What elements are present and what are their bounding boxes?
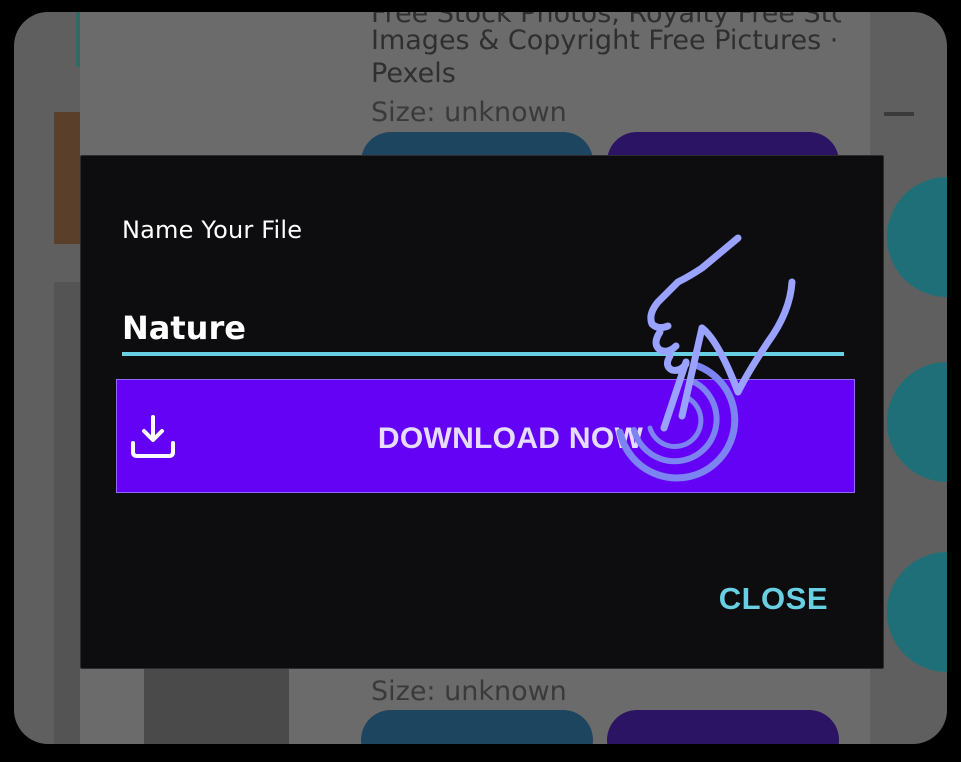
close-button[interactable]: CLOSE [719,581,828,617]
side-button-3 [887,552,947,672]
name-file-dialog: Name Your File DOWNLOAD NOW CLOSE [80,155,884,669]
bg-share-pill-bottom [607,710,839,744]
thumbnail-building [144,668,289,744]
download-now-button[interactable]: DOWNLOAD NOW [116,379,855,493]
result-title-line-2: Images & Copyright Free Pictures · [371,25,839,56]
result-title-line-3: Pexels [371,58,456,89]
bg-download-pill-bottom [361,710,593,744]
size-label-top: Size: unknown [371,97,567,128]
size-label-bottom: Size: unknown [371,676,567,707]
filename-input[interactable] [122,304,844,356]
dialog-title: Name Your File [122,216,303,244]
side-button-1 [887,177,947,297]
card-divider [884,112,914,116]
download-now-label: DOWNLOAD NOW [377,422,644,455]
side-button-2 [887,362,947,482]
